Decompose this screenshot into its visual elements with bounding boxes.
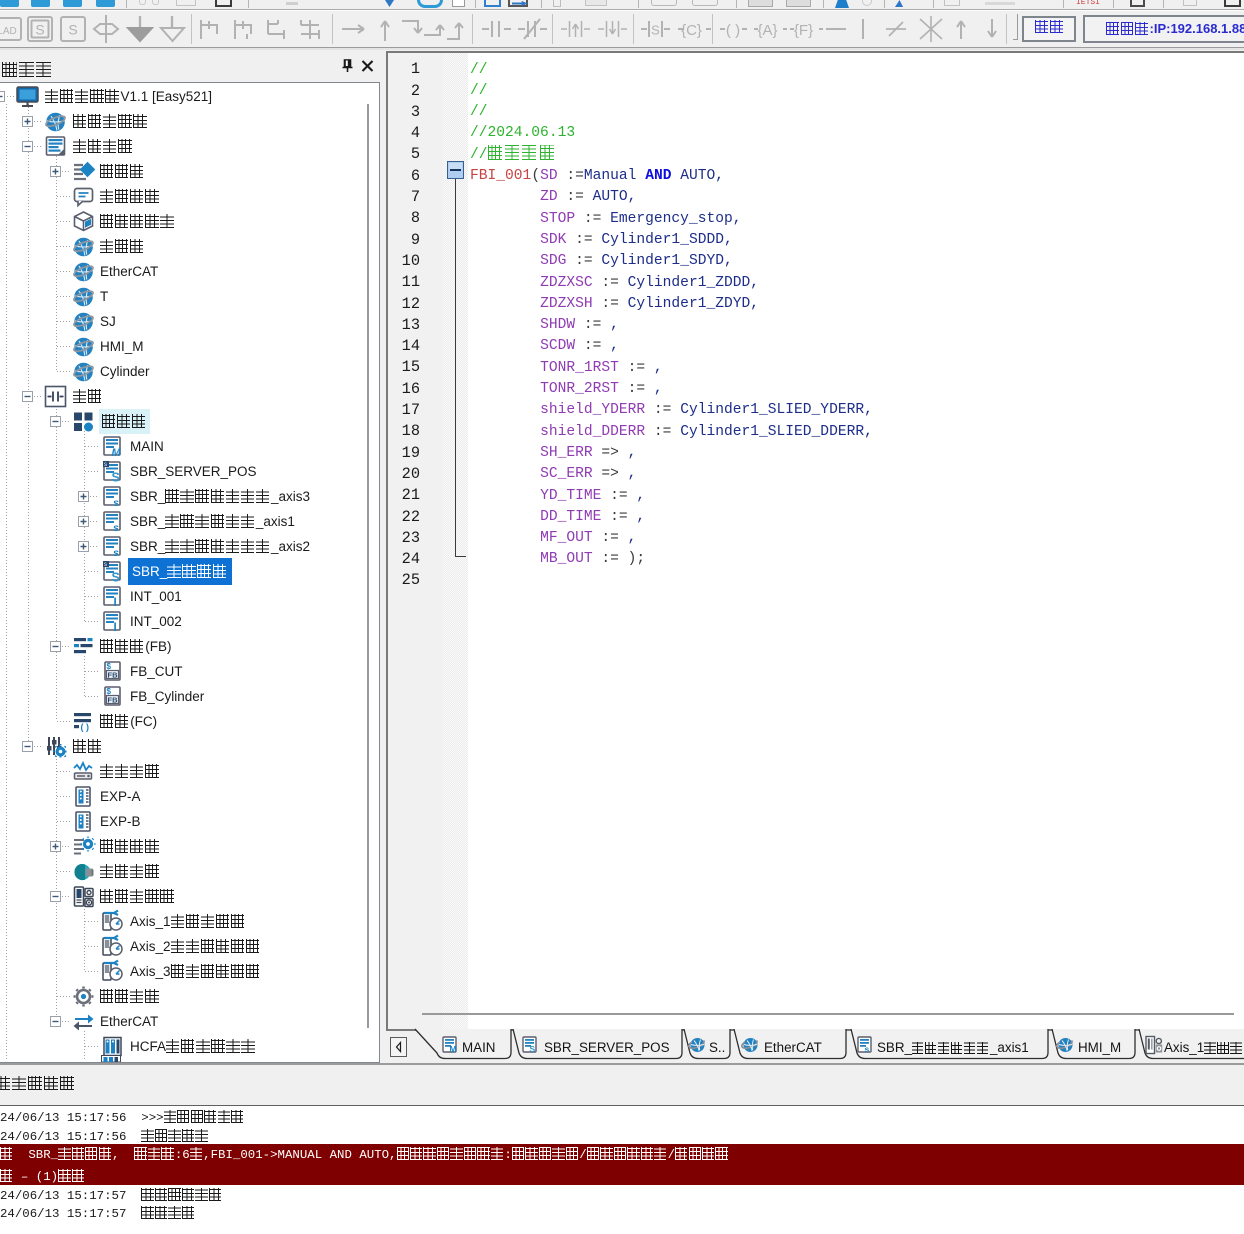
svg-text:s: s (113, 547, 119, 559)
svg-text:S: S (112, 570, 120, 584)
svg-text:s: s (113, 522, 119, 534)
svg-text:( ): ( ) (726, 22, 740, 39)
svg-text:{A}: {A} (757, 22, 777, 39)
svg-text:s: s (104, 562, 107, 568)
svg-text:{F}: {F} (794, 22, 813, 39)
svg-text:M: M (450, 1044, 457, 1054)
svg-text:s: s (104, 462, 107, 468)
svg-text:S: S (530, 1044, 536, 1054)
svg-text:s: s (865, 1044, 870, 1054)
svg-text:s: s (113, 497, 119, 509)
svg-text:I: I (114, 597, 117, 609)
svg-text:{C}: {C} (681, 22, 702, 39)
svg-text:M: M (112, 447, 122, 459)
svg-text:FB: FB (108, 695, 119, 704)
svg-text:FB: FB (108, 670, 119, 679)
svg-text:( ): ( ) (80, 722, 89, 732)
svg-text:S: S (112, 470, 120, 484)
svg-text:S: S (651, 23, 660, 38)
svg-text:I: I (114, 622, 117, 634)
